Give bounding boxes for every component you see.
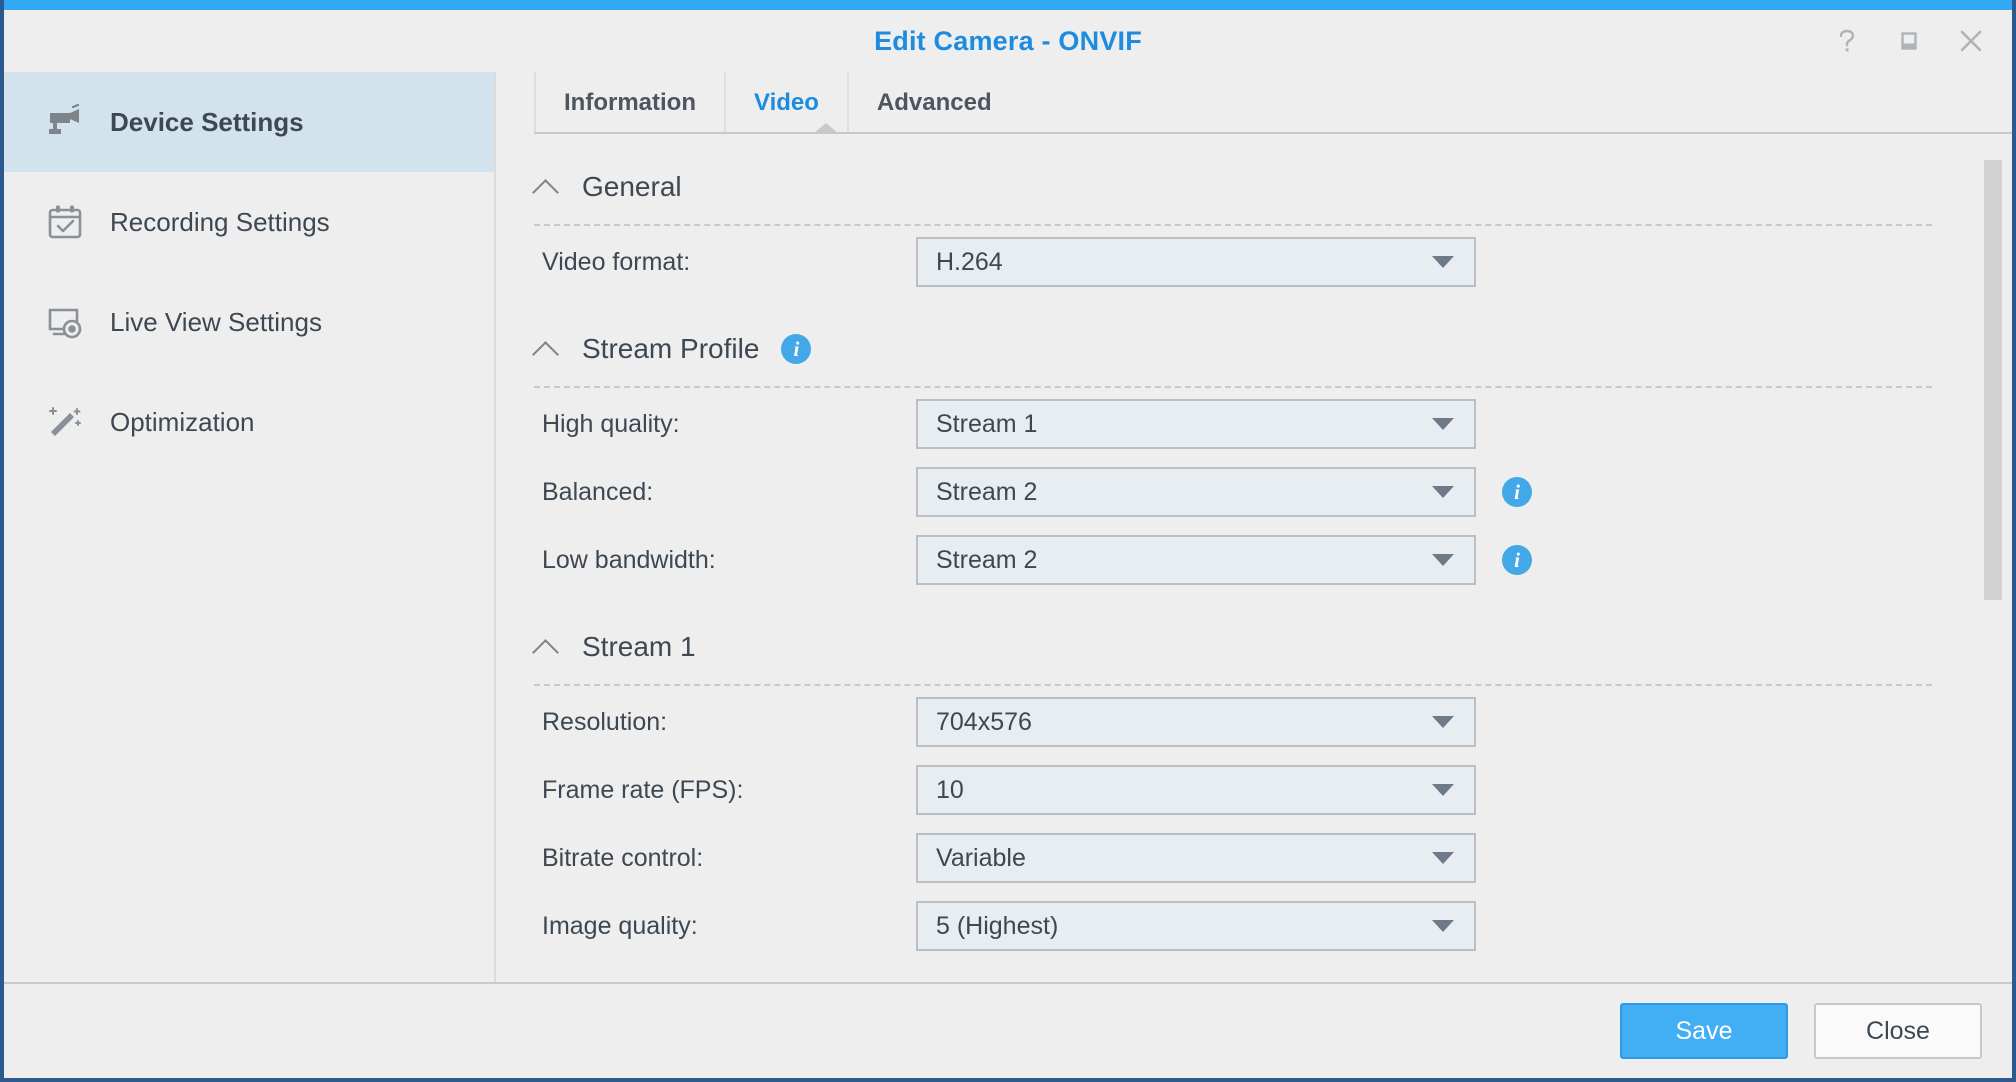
info-icon[interactable]: i xyxy=(1502,477,1532,507)
select-value: Stream 2 xyxy=(936,478,1037,507)
active-tab-caret xyxy=(813,123,839,134)
section-header-stream-1[interactable]: Stream 1 xyxy=(534,616,1932,678)
low-bandwidth-select[interactable]: Stream 2 xyxy=(916,535,1476,585)
tab-advanced[interactable]: Advanced xyxy=(847,72,1020,134)
field-row-low-bandwidth: Low bandwidth: Stream 2 i xyxy=(534,528,1932,592)
chevron-down-icon xyxy=(1432,784,1454,796)
select-value: 5 (Highest) xyxy=(936,912,1058,941)
sidebar-item-optimization[interactable]: Optimization xyxy=(4,372,494,472)
field-label: Bitrate control: xyxy=(534,844,916,873)
select-value: Stream 1 xyxy=(936,410,1037,439)
field-row-video-format: Video format: H.264 xyxy=(534,230,1932,294)
chevron-up-icon[interactable] xyxy=(534,634,560,660)
field-label: High quality: xyxy=(534,410,916,439)
sidebar-item-device-settings[interactable]: Device Settings xyxy=(4,72,494,172)
section-divider xyxy=(534,386,1932,388)
info-icon[interactable]: i xyxy=(781,334,811,364)
sidebar-item-label: Device Settings xyxy=(110,107,304,138)
field-label: Resolution: xyxy=(534,708,916,737)
video-format-select[interactable]: H.264 xyxy=(916,237,1476,287)
chevron-down-icon xyxy=(1432,418,1454,430)
select-value: 10 xyxy=(936,776,964,805)
section-header-stream-2-clipped[interactable]: Stream 2 xyxy=(534,978,1932,982)
select-value: Variable xyxy=(936,844,1026,873)
sidebar-item-label: Live View Settings xyxy=(110,307,322,338)
field-label: Balanced: xyxy=(534,478,916,507)
scrollbar[interactable] xyxy=(1984,160,2002,978)
close-icon[interactable] xyxy=(1956,26,1986,56)
section-divider xyxy=(534,684,1932,686)
field-row-resolution: Resolution: 704x576 xyxy=(534,690,1932,754)
scrollbar-thumb[interactable] xyxy=(1984,160,2002,600)
chevron-down-icon xyxy=(1432,256,1454,268)
section-header-general[interactable]: General xyxy=(534,156,1932,218)
window-accent-bar xyxy=(4,0,2012,10)
field-label: Low bandwidth: xyxy=(534,546,916,575)
dialog-body: Device Settings Recording Settings xyxy=(4,72,2012,982)
info-icon[interactable]: i xyxy=(1502,545,1532,575)
section-title: Stream Profile xyxy=(582,333,759,365)
section-title: General xyxy=(582,171,682,203)
sidebar-item-label: Optimization xyxy=(110,407,255,438)
chevron-down-icon xyxy=(1432,554,1454,566)
image-quality-select[interactable]: 5 (Highest) xyxy=(916,901,1476,951)
monitor-lens-icon xyxy=(44,301,86,343)
minimize-icon[interactable] xyxy=(1894,26,1924,56)
resolution-select[interactable]: 704x576 xyxy=(916,697,1476,747)
field-row-balanced: Balanced: Stream 2 i xyxy=(534,460,1932,524)
frame-rate-select[interactable]: 10 xyxy=(916,765,1476,815)
help-icon[interactable] xyxy=(1832,26,1862,56)
high-quality-select[interactable]: Stream 1 xyxy=(916,399,1476,449)
sidebar-item-recording-settings[interactable]: Recording Settings xyxy=(4,172,494,272)
chevron-down-icon xyxy=(1432,486,1454,498)
camera-icon xyxy=(44,101,86,143)
chevron-down-icon xyxy=(1432,852,1454,864)
page-title: Edit Camera - ONVIF xyxy=(874,26,1142,57)
tab-information[interactable]: Information xyxy=(534,72,724,134)
magic-wand-icon xyxy=(44,401,86,443)
tab-label: Advanced xyxy=(877,89,992,117)
sidebar: Device Settings Recording Settings xyxy=(4,72,496,982)
select-value: 704x576 xyxy=(936,708,1032,737)
field-label: Video format: xyxy=(534,248,916,277)
save-button[interactable]: Save xyxy=(1620,1003,1788,1059)
chevron-up-icon[interactable] xyxy=(534,174,560,200)
sidebar-item-live-view-settings[interactable]: Live View Settings xyxy=(4,272,494,372)
close-button[interactable]: Close xyxy=(1814,1003,1982,1059)
title-bar: Edit Camera - ONVIF xyxy=(4,10,2012,72)
chevron-down-icon xyxy=(1432,716,1454,728)
tab-bar: Information Video Advanced xyxy=(496,72,2012,134)
chevron-up-icon[interactable] xyxy=(534,336,560,362)
field-label: Frame rate (FPS): xyxy=(534,776,916,805)
field-row-bitrate-control: Bitrate control: Variable xyxy=(534,826,1932,890)
content-area: Information Video Advanced General xyxy=(496,72,2012,982)
tab-label: Information xyxy=(564,89,696,117)
section-title: Stream 1 xyxy=(582,631,696,663)
chevron-down-icon xyxy=(1432,920,1454,932)
section-divider xyxy=(534,224,1932,226)
field-label: Image quality: xyxy=(534,912,916,941)
select-value: Stream 2 xyxy=(936,546,1037,575)
section-header-stream-profile[interactable]: Stream Profile i xyxy=(534,318,1932,380)
field-row-frame-rate: Frame rate (FPS): 10 xyxy=(534,758,1932,822)
dialog-footer: Save Close xyxy=(4,982,2012,1078)
field-row-high-quality: High quality: Stream 1 xyxy=(534,392,1932,456)
edit-camera-dialog: Edit Camera - ONVIF xyxy=(0,0,2016,1082)
field-row-image-quality: Image quality: 5 (Highest) xyxy=(534,894,1932,958)
bitrate-control-select[interactable]: Variable xyxy=(916,833,1476,883)
calendar-check-icon xyxy=(44,201,86,243)
tab-label: Video xyxy=(754,89,819,117)
settings-scroll-pane: General Video format: H.264 xyxy=(496,134,2012,982)
sidebar-item-label: Recording Settings xyxy=(110,207,330,238)
select-value: H.264 xyxy=(936,248,1003,277)
window-controls xyxy=(1832,26,1986,56)
balanced-select[interactable]: Stream 2 xyxy=(916,467,1476,517)
